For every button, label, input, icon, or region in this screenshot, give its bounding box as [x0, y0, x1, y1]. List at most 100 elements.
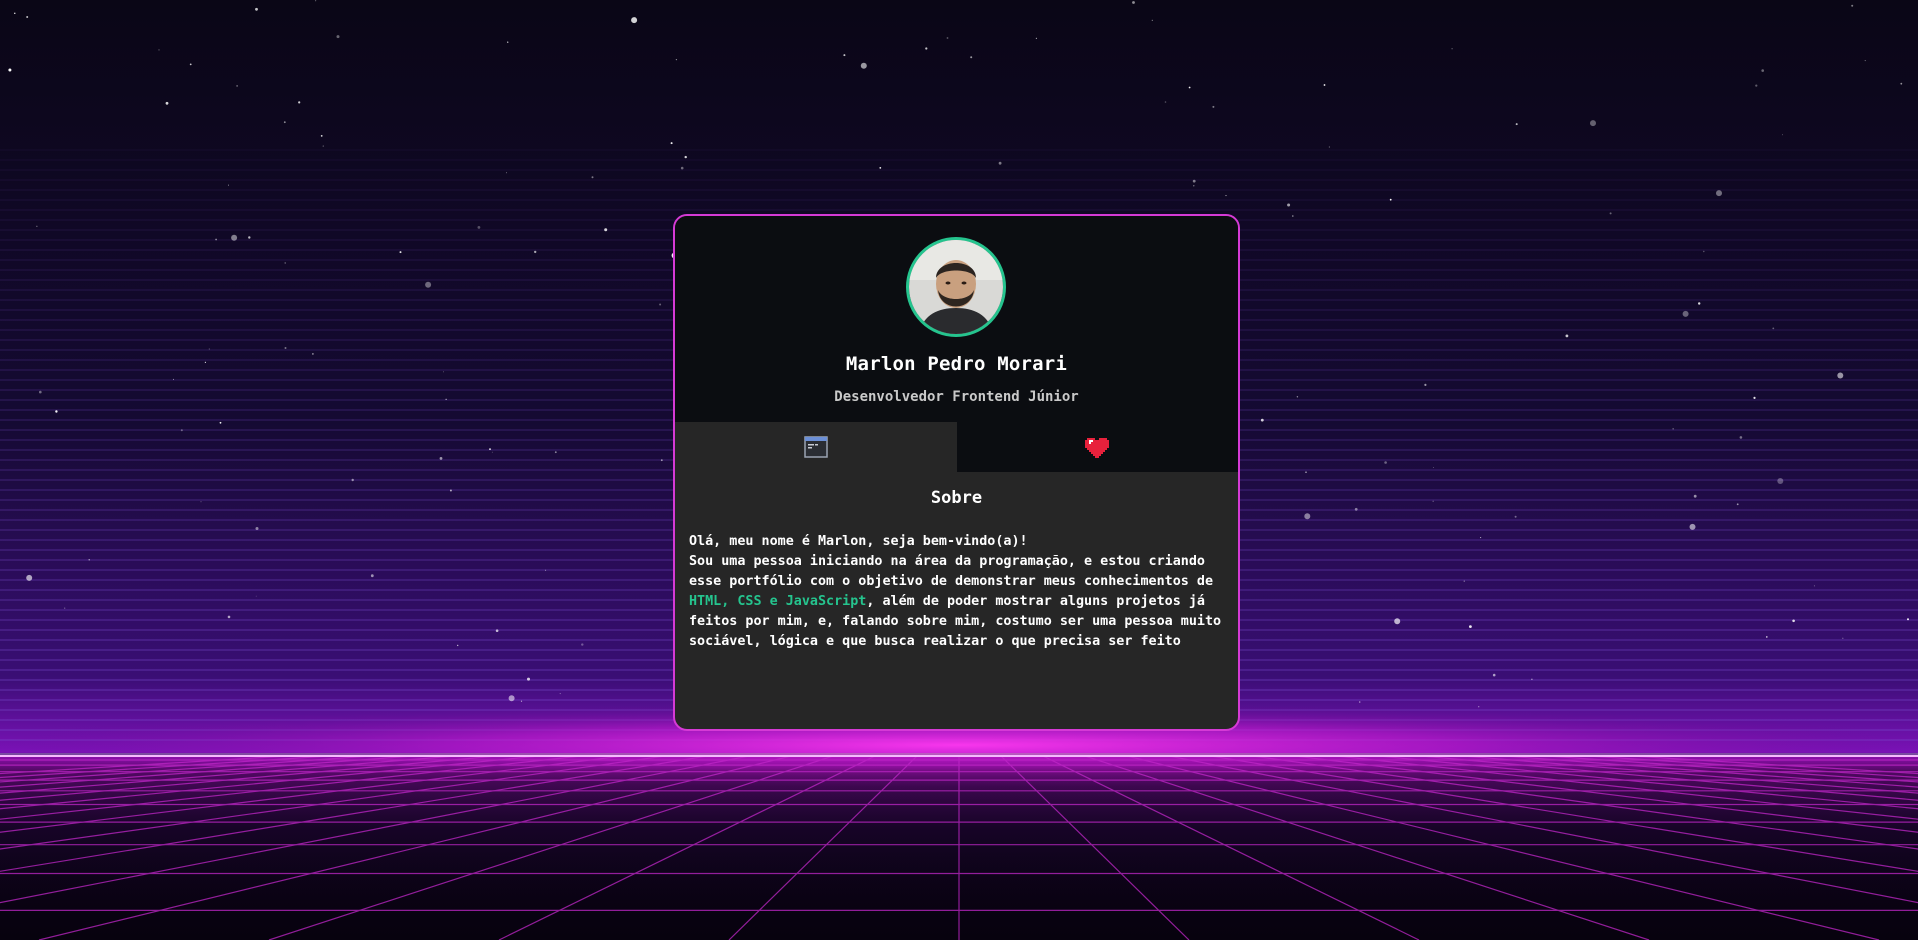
star [1689, 523, 1696, 530]
star [604, 228, 608, 232]
star [1323, 84, 1326, 86]
star [312, 353, 314, 355]
star [320, 135, 323, 137]
star [879, 167, 882, 169]
star [1389, 198, 1392, 201]
tab-about[interactable] [675, 422, 957, 472]
about-text: Olá, meu nome é Marlon, seja bem-vindo(a… [689, 532, 1224, 652]
star [215, 238, 218, 241]
profile-header: Marlon Pedro Morari Desenvolvedor Fronte… [675, 216, 1238, 422]
star [477, 226, 481, 229]
profile-name: Marlon Pedro Morari [845, 353, 1068, 375]
star [559, 693, 561, 695]
star [970, 56, 973, 59]
star [255, 7, 258, 11]
star [158, 49, 160, 51]
star [1777, 478, 1784, 484]
star [255, 595, 257, 597]
star [189, 63, 192, 66]
star [204, 361, 206, 363]
star [425, 281, 432, 288]
star [1900, 82, 1903, 85]
star [1851, 4, 1854, 7]
star [1451, 48, 1453, 50]
star [670, 142, 673, 145]
star [1736, 503, 1739, 506]
star [208, 348, 210, 350]
star [1590, 120, 1596, 127]
star [946, 37, 949, 39]
star [1772, 327, 1775, 330]
star [8, 68, 12, 72]
star [1296, 396, 1299, 398]
star [1682, 310, 1689, 317]
star [1492, 673, 1496, 677]
star [998, 161, 1002, 165]
star [88, 559, 90, 561]
star [1432, 500, 1434, 502]
star [219, 421, 222, 424]
about-paragraph: Sou uma pessoa iniciando na área da prog… [689, 552, 1224, 652]
star [925, 47, 928, 50]
star [1478, 706, 1480, 708]
profile-role: Desenvolvedor Frontend Júnior [834, 389, 1079, 405]
star [283, 121, 286, 124]
star [1328, 146, 1330, 148]
star [284, 262, 286, 264]
star [1354, 507, 1358, 511]
star [443, 371, 444, 373]
star [1212, 105, 1215, 108]
star [1035, 37, 1037, 40]
star [1515, 123, 1518, 126]
star [255, 527, 259, 530]
star [581, 643, 584, 646]
star [1424, 383, 1427, 386]
star [14, 12, 16, 14]
star [507, 41, 509, 43]
star [1739, 436, 1743, 439]
star [439, 457, 443, 460]
tech-highlight: HTML, CSS e JavaScript [689, 594, 867, 609]
star [591, 176, 594, 179]
star [1193, 185, 1195, 187]
window-icon [804, 436, 828, 458]
star [55, 410, 58, 413]
star [227, 615, 231, 619]
star [457, 644, 459, 647]
star [1609, 212, 1612, 215]
card-tabs [675, 422, 1238, 472]
about-section: Sobre Olá, meu nome é Marlon, seja bem-v… [675, 472, 1238, 652]
star [631, 17, 638, 24]
star [1782, 134, 1783, 136]
star [1842, 637, 1844, 639]
star [1164, 101, 1167, 103]
star [534, 250, 537, 254]
star [843, 54, 846, 57]
star [336, 35, 340, 39]
star [39, 390, 42, 394]
star [1766, 636, 1768, 638]
avatar-photo [909, 240, 1003, 334]
star [527, 677, 530, 681]
star [1358, 701, 1361, 703]
about-body-start: Sou uma pessoa iniciando na área da prog… [689, 554, 1214, 589]
star [860, 62, 867, 69]
star [399, 251, 402, 254]
tab-favorites[interactable] [956, 422, 1238, 472]
star [1469, 625, 1472, 628]
star [1907, 618, 1909, 621]
star [449, 489, 452, 492]
star [298, 101, 301, 104]
star [1433, 467, 1434, 468]
star [284, 347, 287, 349]
star [675, 59, 678, 61]
star [1761, 69, 1764, 72]
star [1531, 678, 1533, 680]
star [26, 574, 33, 581]
star [351, 478, 354, 482]
star [1716, 190, 1722, 197]
star [36, 225, 38, 227]
heart-icon [1085, 438, 1110, 458]
star [1151, 19, 1153, 21]
star [554, 451, 557, 454]
